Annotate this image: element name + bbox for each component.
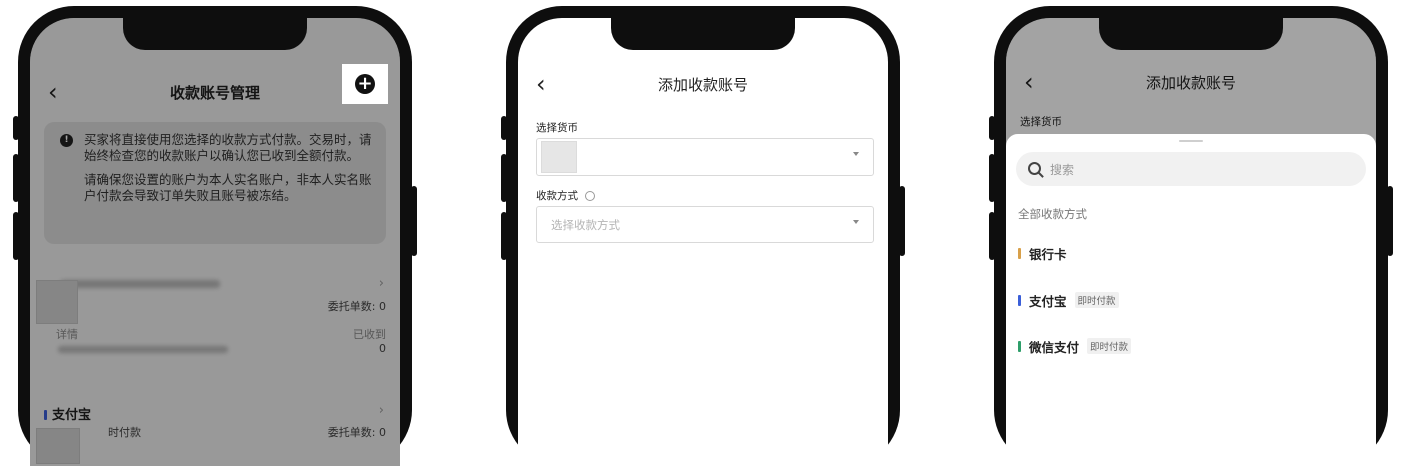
dropdown-caret-icon xyxy=(853,220,859,224)
bank-card-color-bar xyxy=(1018,247,1021,259)
plus-icon: + xyxy=(355,74,375,94)
search-input[interactable]: 搜索 xyxy=(1016,152,1366,186)
notch xyxy=(1099,18,1283,50)
side-button xyxy=(1387,186,1393,256)
currency-label: 选择货币 xyxy=(536,122,578,134)
payment-method-sheet: 搜索 全部收款方式 银行卡 支付宝 即时付款 微信支付 即时付款 xyxy=(1006,134,1376,466)
add-account-button[interactable]: + xyxy=(342,64,388,104)
notch xyxy=(611,18,795,50)
method-name: 支付宝 xyxy=(1029,293,1067,309)
alipay-color-bar xyxy=(1018,294,1021,306)
side-button xyxy=(13,154,19,202)
payment-method-label-text: 收款方式 xyxy=(536,190,578,202)
instant-payment-badge: 即时付款 xyxy=(1074,292,1119,308)
page-title: 添加收款账号 xyxy=(657,76,748,94)
dropdown-caret-icon xyxy=(853,152,859,156)
search-icon xyxy=(1028,162,1041,175)
phone-frame-method-picker: ‹ 添加收款账号 选择货币 搜索 全部收款方式 银行卡 支付宝 即时付款 微信支… xyxy=(989,6,1393,466)
drag-handle[interactable] xyxy=(1179,140,1203,142)
search-placeholder: 搜索 xyxy=(1050,163,1075,177)
currency-select[interactable] xyxy=(536,138,874,176)
side-button xyxy=(13,212,19,260)
phone-frame-account-management: ‹ 收款账号管理 ! 买家将直接使用您选择的收款方式付款。交易时，请始终检查您的… xyxy=(13,6,417,466)
currency-thumbnail xyxy=(541,141,577,173)
side-button xyxy=(989,154,995,202)
side-button xyxy=(501,212,507,260)
info-circle-icon[interactable] xyxy=(585,191,596,201)
method-name: 银行卡 xyxy=(1029,246,1067,262)
payment-method-select[interactable]: 选择收款方式 xyxy=(536,206,874,243)
payment-method-placeholder: 选择收款方式 xyxy=(551,218,620,232)
side-button xyxy=(899,186,905,256)
payment-method-label: 收款方式 xyxy=(536,188,596,203)
screen: ‹ 收款账号管理 ! 买家将直接使用您选择的收款方式付款。交易时，请始终检查您的… xyxy=(30,18,400,466)
side-button xyxy=(989,116,995,140)
side-button xyxy=(989,212,995,260)
screen: ‹ 添加收款账号 选择货币 搜索 全部收款方式 银行卡 支付宝 即时付款 微信支… xyxy=(1006,18,1376,466)
side-button xyxy=(411,186,417,256)
header: ‹ 添加收款账号 xyxy=(518,70,888,100)
method-item-bank-card[interactable]: 银行卡 xyxy=(1018,243,1067,263)
side-button xyxy=(13,116,19,140)
method-item-wechat-pay[interactable]: 微信支付 即时付款 xyxy=(1018,336,1132,356)
screen: ‹ 添加收款账号 选择货币 收款方式 选择收款方式 xyxy=(518,18,888,466)
side-button xyxy=(501,116,507,140)
side-button xyxy=(501,154,507,202)
phone-frame-add-account: ‹ 添加收款账号 选择货币 收款方式 选择收款方式 xyxy=(501,6,905,466)
method-name: 微信支付 xyxy=(1029,339,1080,355)
notch xyxy=(123,18,307,50)
instant-payment-badge: 即时付款 xyxy=(1087,338,1132,354)
wechat-color-bar xyxy=(1018,340,1021,352)
method-item-alipay[interactable]: 支付宝 即时付款 xyxy=(1018,290,1119,310)
group-label: 全部收款方式 xyxy=(1018,207,1087,221)
